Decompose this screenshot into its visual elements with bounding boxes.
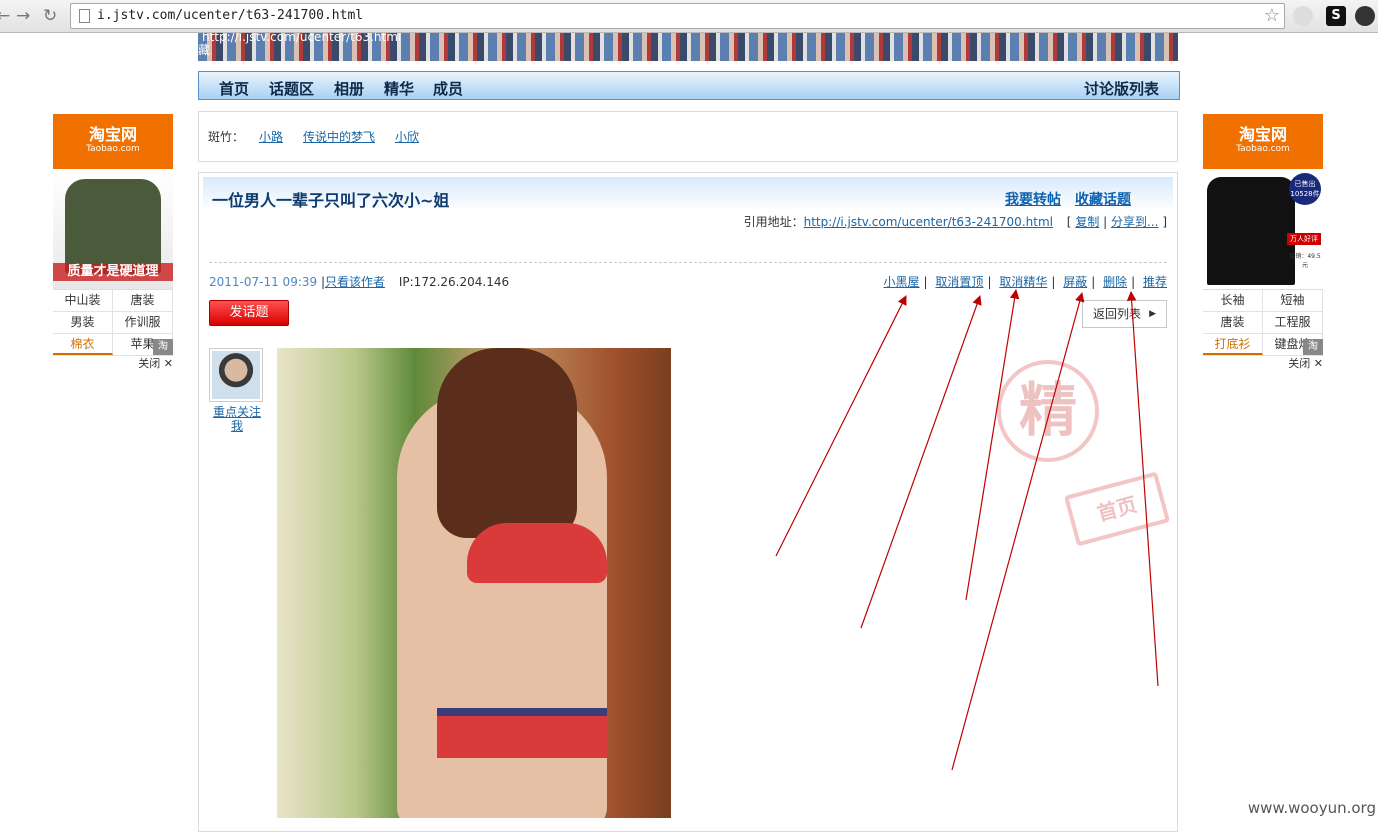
avatar[interactable] [209, 348, 263, 402]
triangle-right-icon: ▶ [1149, 301, 1156, 327]
taobao-logo[interactable]: 淘宝网 Taobao.com [1203, 114, 1323, 169]
extension-cloud-icon[interactable] [1293, 6, 1313, 26]
post-title: 一位男人一辈子只叫了六次小~姐 [212, 187, 449, 211]
recommend-link[interactable]: 推荐 [1143, 275, 1167, 289]
reload-icon[interactable]: ↻ [43, 6, 57, 26]
review-tag: 万人好评 [1287, 233, 1321, 245]
author-only-link[interactable]: 只看该作者 [325, 275, 385, 289]
ad-caption: 质量才是硬道理 [53, 263, 173, 281]
new-topic-button[interactable]: 发话题 [209, 300, 289, 326]
reference-address: 引用地址：http://i.jstv.com/ucenter/t63-24170… [744, 213, 1167, 230]
blackroom-link[interactable]: 小黑屋 [884, 275, 920, 289]
ad-category-link[interactable]: 作训服 [113, 312, 173, 333]
ad-close-button[interactable]: 关闭 ✕ [138, 355, 173, 371]
post-container: 一位男人一辈子只叫了六次小~姐 我要转帖 收藏话题 引用地址：http://i.… [198, 172, 1178, 832]
page-icon [79, 9, 90, 23]
nav-album[interactable]: 相册 [334, 78, 364, 99]
post-photo [277, 348, 671, 818]
tshirt-shape [1207, 177, 1295, 285]
copy-link[interactable]: 复制 [1075, 215, 1099, 229]
watermark: www.wooyun.org [1248, 799, 1376, 817]
photo-shape [437, 348, 577, 538]
nav-home[interactable]: 首页 [219, 78, 249, 99]
back-arrow-icon[interactable]: ← [0, 6, 10, 26]
left-ad[interactable]: 淘宝网 Taobao.com 质量才是硬道理 中山装唐装 男装作训服 棉衣苹果 … [53, 114, 173, 354]
ad-category-link[interactable]: 短袖 [1263, 290, 1323, 311]
ad-category-link[interactable]: 工程服 [1263, 312, 1323, 333]
extension-s-icon[interactable]: S [1326, 6, 1346, 26]
jacket-shape [65, 179, 161, 274]
banner-text: 藏 [198, 41, 210, 58]
post-date: 2011-07-11 09:39 [209, 275, 317, 289]
banner-url-text: http://i.jstv.com/ucenter/t63.html [202, 33, 401, 44]
ad-category-link[interactable]: 打底衫 [1203, 334, 1263, 355]
moderator-link[interactable]: 小欣 [395, 128, 419, 145]
forward-arrow-icon[interactable]: → [16, 6, 30, 26]
header-banner: http://i.jstv.com/ucenter/t63.html 藏 [198, 33, 1178, 61]
moderator-link[interactable]: 传说中的梦飞 [303, 128, 375, 145]
follow-link[interactable]: 重点关注我 [209, 405, 265, 433]
right-ad[interactable]: 淘宝网 Taobao.com 已售出 10528件 万人好评 促销：49.5元 … [1203, 114, 1323, 354]
taobao-logo-text: 淘宝网 [1239, 125, 1287, 144]
bookmark-star-icon[interactable]: ☆ [1264, 5, 1280, 26]
price-tag: 促销：49.5元 [1287, 251, 1323, 269]
back-to-list-button[interactable]: 返回列表 ▶ [1082, 300, 1167, 328]
post-ip: IP:172.26.204.146 [399, 275, 509, 289]
nav-topics[interactable]: 话题区 [269, 78, 314, 99]
photo-shape [467, 523, 607, 583]
taobao-badge-icon: 淘 [1303, 339, 1323, 355]
ad-close-button[interactable]: 关闭 ✕ [1288, 355, 1323, 371]
ad-category-link[interactable]: 唐装 [113, 290, 173, 311]
post-meta: 2011-07-11 09:39 |只看该作者 IP:172.26.204.14… [209, 273, 509, 290]
favorite-topic-link[interactable]: 收藏话题 [1075, 189, 1131, 209]
block-link[interactable]: 屏蔽 [1063, 275, 1087, 289]
featured-stamp: 精 [997, 360, 1099, 462]
taobao-logo[interactable]: 淘宝网 Taobao.com [53, 114, 173, 169]
nav-members[interactable]: 成员 [433, 78, 463, 99]
photo-shape [437, 708, 607, 758]
homepage-stamp: 首页 [1064, 471, 1170, 546]
main-navbar: 首页 话题区 相册 精华 成员 讨论版列表 [198, 71, 1180, 100]
ad-close-label: 关闭 [1288, 357, 1310, 370]
browser-toolbar: ← → ↻ i.jstv.com/ucenter/t63-241700.html… [0, 0, 1378, 33]
ad-close-label: 关闭 [138, 357, 160, 370]
ad-category-link[interactable]: 男装 [53, 312, 113, 333]
delete-link[interactable]: 删除 [1103, 275, 1127, 289]
repost-link[interactable]: 我要转帖 [1005, 189, 1061, 209]
taobao-logo-sub: Taobao.com [53, 144, 173, 154]
post-title-bar: 一位男人一辈子只叫了六次小~姐 我要转帖 收藏话题 [203, 177, 1173, 211]
ad-image[interactable]: 质量才是硬道理 [53, 171, 173, 289]
address-url[interactable]: i.jstv.com/ucenter/t63-241700.html [97, 8, 363, 23]
ad-category-link[interactable]: 棉衣 [53, 334, 113, 355]
ad-category-link[interactable]: 长袖 [1203, 290, 1263, 311]
admin-ops: 小黑屋| 取消置顶| 取消精华| 屏蔽| 删除| 推荐 [884, 273, 1167, 290]
taobao-badge-icon: 淘 [153, 339, 173, 355]
ad-category-link[interactable]: 唐装 [1203, 312, 1263, 333]
moderators-label: 斑竹： [208, 128, 244, 145]
taobao-logo-sub: Taobao.com [1203, 144, 1323, 154]
nav-featured[interactable]: 精华 [384, 78, 414, 99]
ad-category-link[interactable]: 中山装 [53, 290, 113, 311]
reference-url-link[interactable]: http://i.jstv.com/ucenter/t63-241700.htm… [804, 215, 1053, 229]
ad-image[interactable]: 已售出 10528件 万人好评 促销：49.5元 [1203, 171, 1323, 289]
moderator-link[interactable]: 小路 [259, 128, 283, 145]
extension-mask-icon[interactable] [1355, 6, 1375, 26]
divider [209, 262, 1167, 263]
taobao-logo-text: 淘宝网 [89, 125, 137, 144]
unfeature-link[interactable]: 取消精华 [999, 275, 1047, 289]
reference-label: 引用地址： [744, 215, 804, 229]
moderators-box: 斑竹： 小路 传说中的梦飞 小欣 [198, 111, 1178, 162]
sold-badge: 已售出 10528件 [1289, 173, 1321, 205]
back-to-list-label: 返回列表 [1093, 307, 1141, 321]
unpin-link[interactable]: 取消置顶 [935, 275, 983, 289]
address-bar[interactable]: i.jstv.com/ucenter/t63-241700.html ☆ [70, 3, 1285, 29]
share-link[interactable]: 分享到... [1111, 215, 1158, 229]
avatar-image [212, 351, 260, 399]
nav-board-list[interactable]: 讨论版列表 [1084, 78, 1159, 99]
